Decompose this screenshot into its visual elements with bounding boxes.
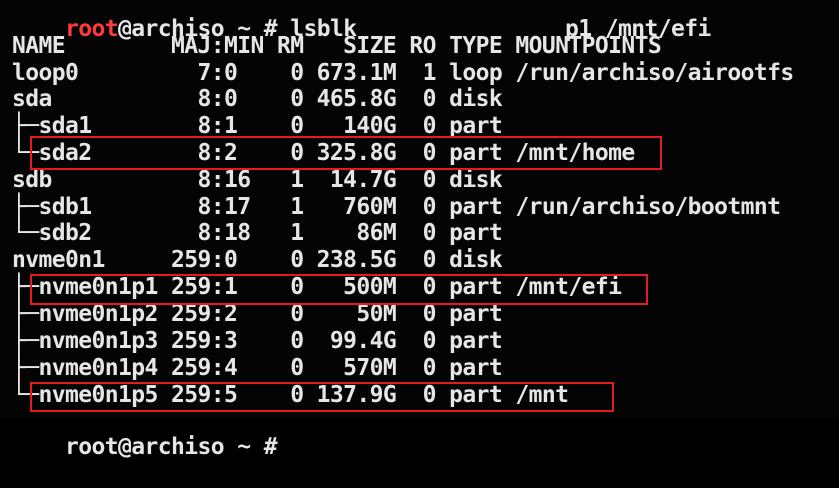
table-row: ├─nvme0n1p4 259:4 0 570M 0 part (12, 355, 503, 381)
table-row: loop0 7:0 0 673.1M 1 loop /run/archiso/a… (12, 60, 794, 86)
bottom-prompt-line: root@archiso ~ # (12, 407, 278, 460)
table-row: ├─nvme0n1p3 259:3 0 99.4G 0 part (12, 328, 503, 354)
table-row: ├─sdb1 8:17 1 760M 0 part /run/archiso/b… (12, 194, 781, 220)
table-row: sdb 8:16 1 14.7G 0 disk (12, 167, 503, 193)
clipped-output: p1 /mnt/efi (512, 0, 711, 42)
table-row: └─sda2 8:2 0 325.8G 0 part /mnt/home (12, 140, 635, 166)
table-row: ├─sda1 8:1 0 140G 0 part (12, 113, 503, 139)
table-header: NAME MAJ:MIN RM SIZE RO TYPE MOUNTPOINTS (12, 33, 662, 59)
table-row: nvme0n1 259:0 0 238.5G 0 disk (12, 247, 503, 273)
table-row: └─sdb2 8:18 1 86M 0 part (12, 220, 503, 246)
table-row: ├─nvme0n1p2 259:2 0 50M 0 part (12, 301, 503, 327)
table-row: ├─nvme0n1p1 259:1 0 500M 0 part /mnt/efi (12, 274, 622, 300)
prompt-line: root@archiso ~ # lsblk (12, 0, 357, 42)
terminal-screen[interactable]: root@archiso ~ # lsblk p1 /mnt/efi NAME … (0, 0, 839, 460)
table-row: sda 8:0 0 465.8G 0 disk (12, 86, 503, 112)
table-row: └─nvme0n1p5 259:5 0 137.9G 0 part /mnt (12, 382, 569, 408)
bottom-prompt-text: root@archiso ~ # (65, 434, 278, 460)
